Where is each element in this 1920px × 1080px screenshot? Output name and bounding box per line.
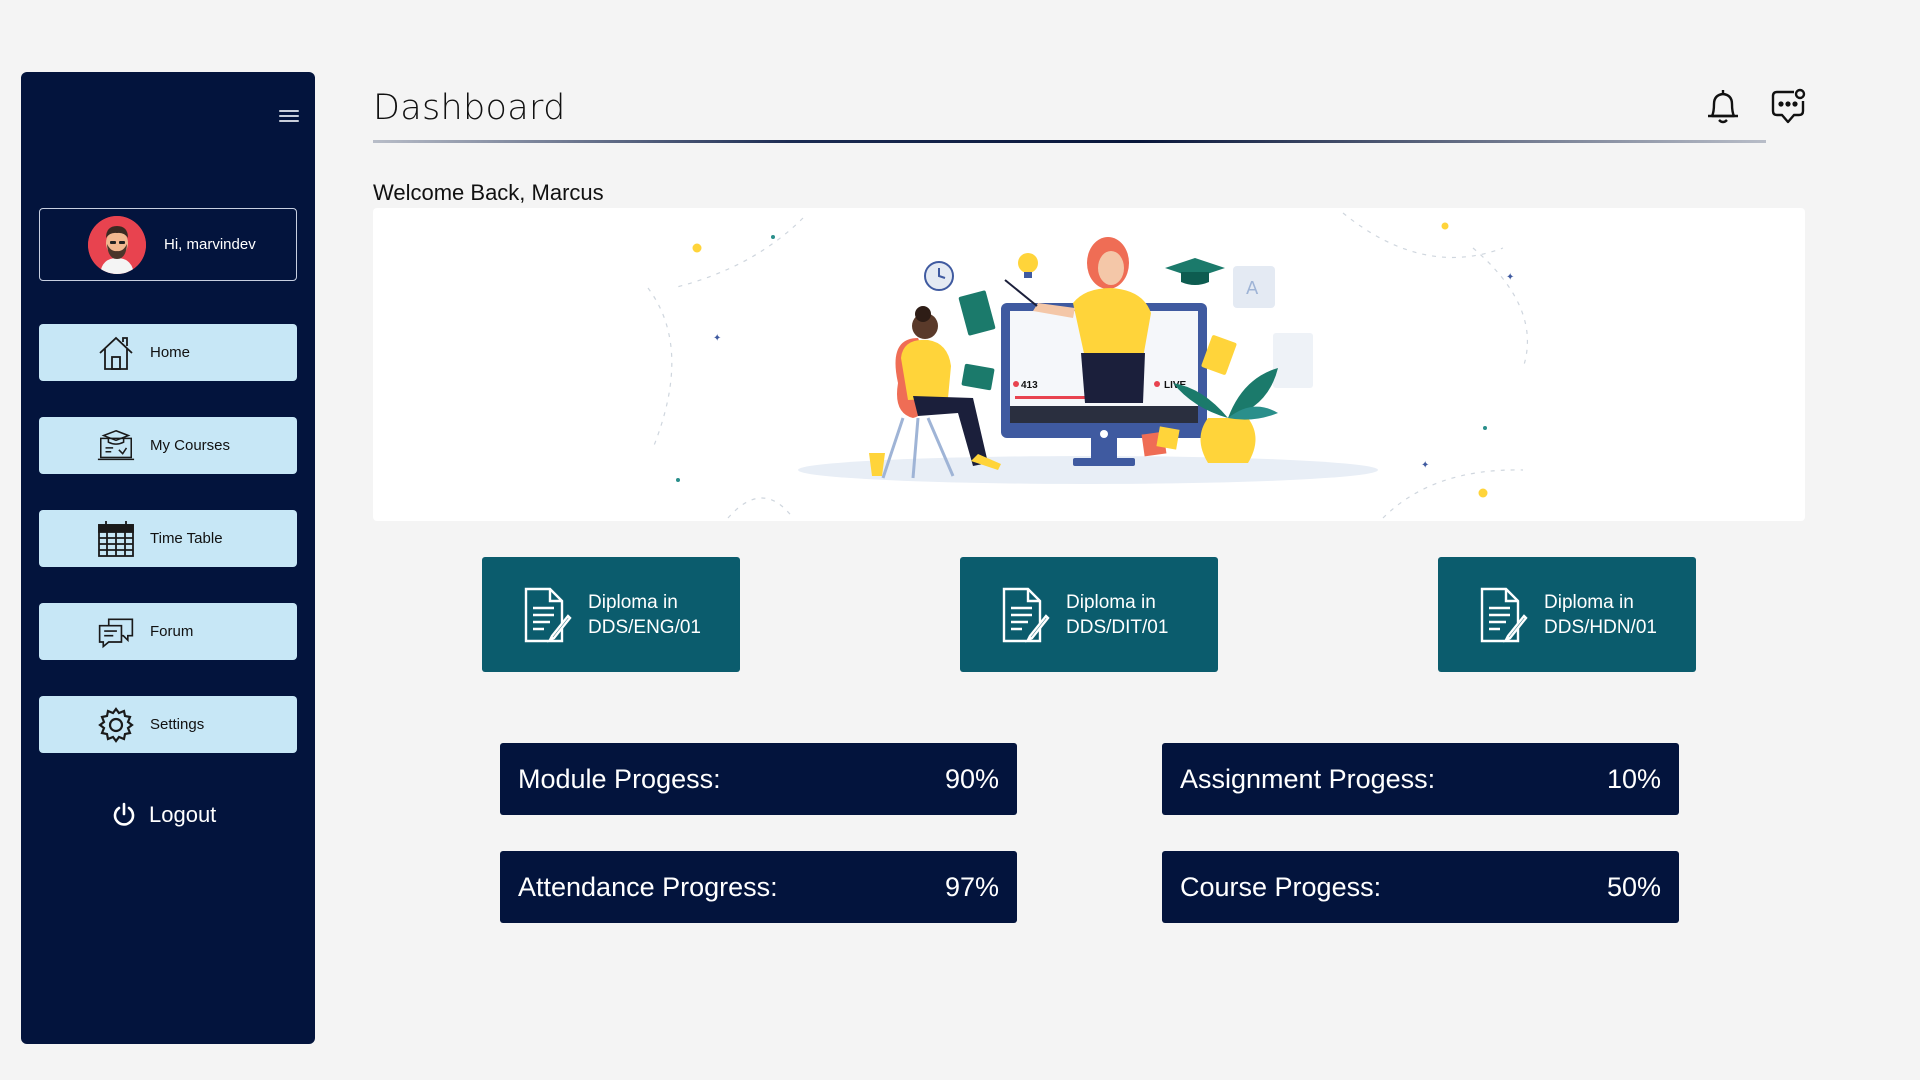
progress-value: 50%	[1606, 871, 1661, 902]
diploma-code: DDS/HDN/01	[1544, 616, 1657, 638]
nav-forum[interactable]: Forum	[39, 603, 297, 660]
diploma-card-eng[interactable]: Diploma in DDS/ENG/01	[482, 557, 740, 672]
diploma-title: Diploma in	[1066, 591, 1156, 613]
diploma-label: Diploma in DDS/HDN/01	[1544, 590, 1657, 640]
progress-value: 97%	[944, 871, 999, 902]
svg-text:✦: ✦	[1506, 272, 1514, 283]
assignment-progress: Assignment Progess: 10%	[1162, 743, 1679, 815]
nav-label: Forum	[150, 623, 194, 640]
nav-label: Time Table	[150, 530, 223, 547]
diploma-title: Diploma in	[1544, 591, 1634, 613]
nav-my-courses[interactable]: My Courses	[39, 417, 297, 474]
online-learning-illustration: ✦ ✦ ✦ A 413 LIVE	[647, 212, 1529, 519]
diploma-title: Diploma in	[588, 591, 678, 613]
document-icon	[522, 586, 574, 644]
header-divider	[373, 140, 1766, 143]
menu-toggle-icon[interactable]	[279, 110, 299, 124]
svg-text:A: A	[1246, 278, 1259, 299]
progress-value: 90%	[944, 763, 999, 794]
welcome-text: Welcome Back, Marcus	[373, 180, 604, 205]
nav-time-table[interactable]: Time Table	[39, 510, 297, 567]
svg-text:✦: ✦	[1421, 460, 1429, 471]
attendance-progress: Attendance Progress: 97%	[500, 851, 1017, 923]
module-progress: Module Progess: 90%	[500, 743, 1017, 815]
user-card[interactable]: Hi, marvindev	[39, 208, 297, 281]
avatar	[88, 215, 146, 274]
nav-label: My Courses	[150, 437, 231, 454]
viewer-count: 413	[1021, 380, 1038, 391]
diploma-code: DDS/ENG/01	[588, 616, 701, 638]
nav-label: Home	[150, 344, 191, 361]
nav-label: Settings	[150, 716, 205, 733]
diploma-code: DDS/DIT/01	[1066, 616, 1169, 638]
page-title: Dashboard	[373, 88, 566, 128]
courses-icon	[96, 426, 136, 466]
diploma-label: Diploma in DDS/ENG/01	[588, 590, 701, 640]
chat-icon	[96, 612, 136, 652]
calendar-icon	[96, 519, 136, 559]
diploma-card-dit[interactable]: Diploma in DDS/DIT/01	[960, 557, 1218, 672]
logout-label: Logout	[149, 802, 217, 827]
home-icon	[96, 333, 136, 373]
progress-value: 10%	[1606, 763, 1661, 794]
power-icon	[111, 802, 137, 828]
diploma-label: Diploma in DDS/DIT/01	[1066, 590, 1168, 640]
logout-button[interactable]: Logout	[111, 802, 216, 828]
document-icon	[1478, 586, 1530, 644]
hero-banner: ✦ ✦ ✦ A 413 LIVE	[373, 208, 1805, 521]
progress-label: Assignment Progess:	[1180, 763, 1436, 794]
diploma-card-hdn[interactable]: Diploma in DDS/HDN/01	[1438, 557, 1696, 672]
course-progress: Course Progess: 50%	[1162, 851, 1679, 923]
progress-label: Course Progess:	[1180, 871, 1382, 902]
sidebar: Hi, marvindev Home My Courses Time Table	[21, 72, 315, 1044]
nav-settings[interactable]: Settings	[39, 696, 297, 753]
bell-icon[interactable]	[1703, 86, 1743, 126]
user-greeting: Hi, marvindev	[164, 236, 256, 253]
svg-text:✦: ✦	[713, 333, 721, 344]
nav-home[interactable]: Home	[39, 324, 297, 381]
progress-label: Attendance Progress:	[518, 871, 778, 902]
document-icon	[1000, 586, 1052, 644]
gear-icon	[96, 705, 136, 745]
message-icon[interactable]	[1768, 86, 1808, 126]
progress-label: Module Progess:	[518, 763, 721, 794]
